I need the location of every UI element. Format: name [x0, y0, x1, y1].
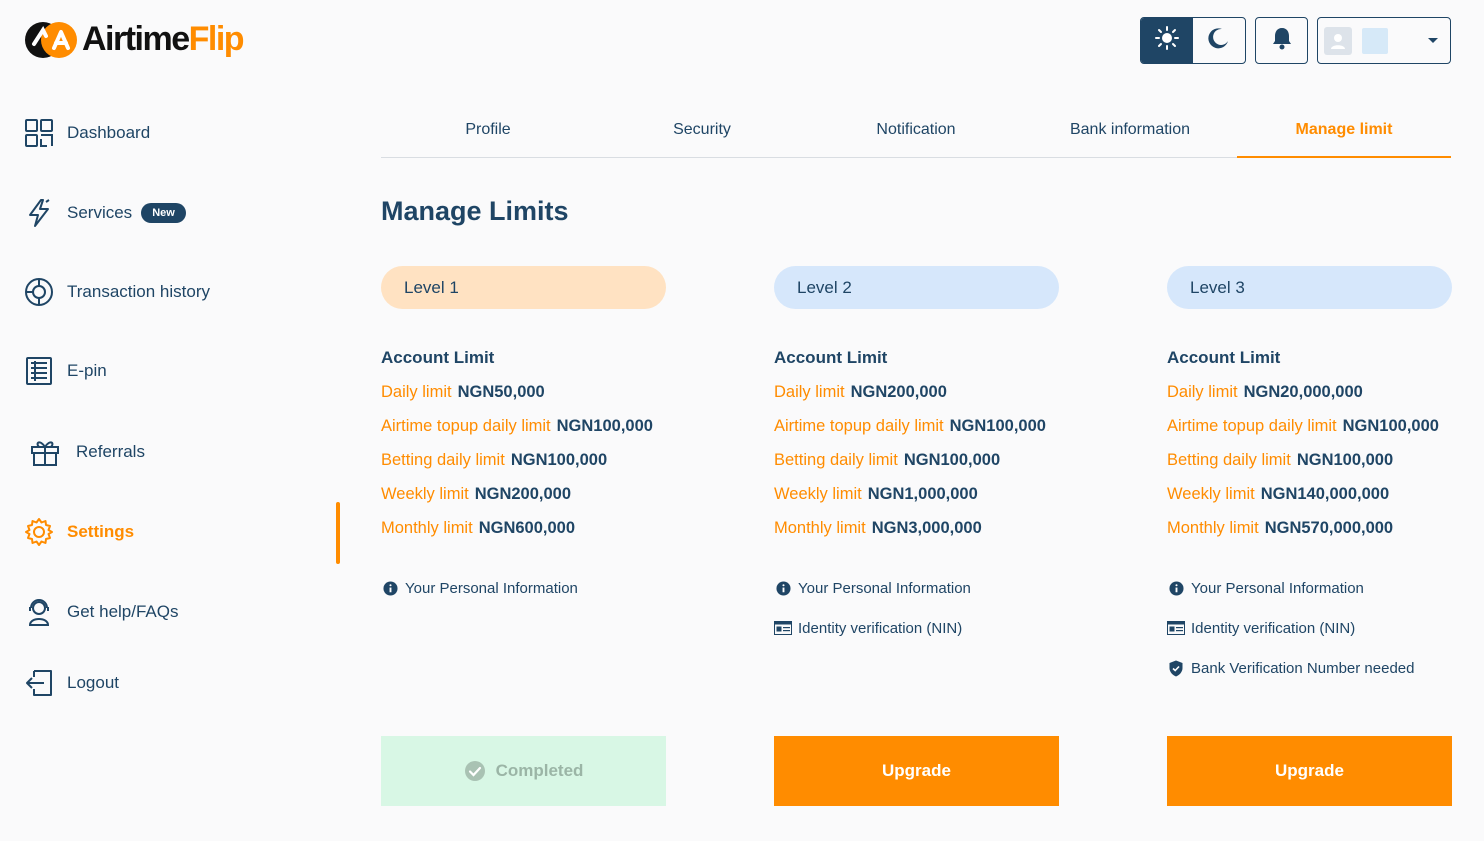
requirement-item: Identity verification (NIN)	[1167, 618, 1452, 638]
limit-row: Daily limit NGN50,000	[381, 383, 545, 401]
dark-mode-button[interactable]	[1193, 18, 1245, 63]
user-name-placeholder	[1362, 27, 1388, 54]
level-pill: Level 3	[1167, 266, 1452, 309]
limit-row: Airtime topup daily limit NGN100,000	[381, 417, 653, 435]
level-card-1: Level 1 Account Limit Daily limit NGN50,0…	[381, 266, 666, 618]
active-indicator	[336, 502, 340, 564]
requirement-item: Your Personal Information	[381, 578, 666, 598]
limit-row: Monthly limit NGN600,000	[381, 519, 575, 537]
sidebar-item-e-pin[interactable]: E-pin	[24, 355, 107, 387]
sidebar-item-label: Services	[67, 203, 133, 222]
chevron-down-icon	[1428, 38, 1438, 43]
moon-icon	[1207, 26, 1231, 55]
document-icon	[24, 356, 54, 386]
limit-row: Betting daily limit NGN100,000	[774, 451, 1001, 469]
tab-notification[interactable]: Notification	[809, 108, 1023, 157]
sun-icon	[1154, 25, 1180, 56]
sidebar-item-transaction-history[interactable]: Transaction history	[24, 276, 210, 308]
support-icon	[24, 597, 54, 627]
settings-tabs: Profile Security Notification Bank infor…	[381, 108, 1451, 158]
limits-heading: Account Limit	[381, 348, 495, 367]
page-title: Manage Limits	[381, 196, 569, 226]
requirement-item: Bank Verification Number needed	[1167, 658, 1452, 678]
sidebar-item-logout[interactable]: Logout	[24, 667, 119, 699]
tab-profile[interactable]: Profile	[381, 108, 595, 157]
avatar	[1324, 26, 1352, 55]
sidebar-item-label: Transaction history	[67, 282, 210, 301]
new-badge: New	[141, 203, 186, 223]
logout-icon	[24, 668, 54, 698]
limit-row: Daily limit NGN200,000	[774, 383, 947, 401]
requirements-list: Your Personal Information	[381, 578, 666, 598]
limits-heading: Account Limit	[774, 348, 888, 367]
id-card-icon	[1167, 619, 1185, 637]
requirement-item: Identity verification (NIN)	[774, 618, 1059, 638]
tab-manage-limit[interactable]: Manage limit	[1237, 108, 1451, 158]
sidebar-item-services[interactable]: Services New	[24, 197, 186, 229]
theme-toggle	[1140, 17, 1246, 64]
brand-logo[interactable]: AirtimeFlip	[24, 18, 245, 60]
completed-button[interactable]: Completed	[381, 736, 666, 806]
requirement-item: Your Personal Information	[1167, 578, 1452, 598]
gear-icon	[24, 517, 54, 547]
limit-row: Betting daily limit NGN100,000	[381, 451, 608, 469]
limits-heading: Account Limit	[1167, 348, 1281, 367]
sidebar-item-dashboard[interactable]: Dashboard	[24, 117, 150, 149]
upgrade-level-2-button[interactable]: Upgrade	[774, 736, 1059, 806]
light-mode-button[interactable]	[1141, 18, 1193, 63]
level-card-3: Level 3 Account Limit Daily limit NGN20,0…	[1167, 266, 1452, 698]
lightning-icon	[24, 198, 54, 228]
brand-name: AirtimeFlip	[82, 20, 245, 58]
level-card-2: Level 2 Account Limit Daily limit NGN200,…	[774, 266, 1059, 658]
limit-row: Daily limit NGN20,000,000	[1167, 383, 1363, 401]
id-card-icon	[774, 619, 792, 637]
info-icon	[381, 579, 399, 597]
limit-row: Betting daily limit NGN100,000	[1167, 451, 1394, 469]
sidebar-item-label: Dashboard	[67, 123, 151, 142]
sidebar-item-label: Logout	[67, 673, 119, 692]
grid-icon	[24, 118, 54, 148]
limit-row: Monthly limit NGN3,000,000	[774, 519, 982, 537]
notifications-button[interactable]	[1255, 17, 1308, 64]
limit-row: Monthly limit NGN570,000,000	[1167, 519, 1394, 537]
limit-row: Weekly limit NGN1,000,000	[774, 485, 978, 503]
requirements-list: Your Personal Information Identity verif…	[1167, 578, 1452, 678]
sidebar-item-settings[interactable]: Settings	[24, 516, 134, 548]
limit-row: Weekly limit NGN200,000	[381, 485, 572, 503]
limit-row: Airtime topup daily limit NGN100,000	[1167, 417, 1439, 435]
level-pill: Level 2	[774, 266, 1059, 309]
tab-bank-information[interactable]: Bank information	[1023, 108, 1237, 157]
check-circle-icon	[464, 760, 486, 782]
sidebar-item-label: Settings	[67, 522, 135, 541]
bell-icon	[1271, 26, 1293, 55]
history-icon	[24, 277, 54, 307]
sidebar-item-label: E-pin	[67, 361, 107, 380]
upgrade-level-3-button[interactable]: Upgrade	[1167, 736, 1452, 806]
tab-security[interactable]: Security	[595, 108, 809, 157]
level-pill: Level 1	[381, 266, 666, 309]
gift-icon	[30, 437, 60, 467]
sidebar-item-referrals[interactable]: Referrals	[30, 436, 145, 468]
limit-row: Airtime topup daily limit NGN100,000	[774, 417, 1046, 435]
sidebar-item-help[interactable]: Get help/FAQs	[24, 596, 179, 628]
logo-mark-icon	[24, 18, 78, 60]
shield-check-icon	[1167, 659, 1185, 677]
sidebar-item-label: Get help/FAQs	[67, 602, 179, 621]
sidebar-item-label: Referrals	[76, 442, 145, 461]
info-icon	[774, 579, 792, 597]
limit-row: Weekly limit NGN140,000,000	[1167, 485, 1390, 503]
requirements-list: Your Personal Information Identity verif…	[774, 578, 1059, 638]
info-icon	[1167, 579, 1185, 597]
user-menu-button[interactable]	[1317, 17, 1451, 64]
requirement-item: Your Personal Information	[774, 578, 1059, 598]
